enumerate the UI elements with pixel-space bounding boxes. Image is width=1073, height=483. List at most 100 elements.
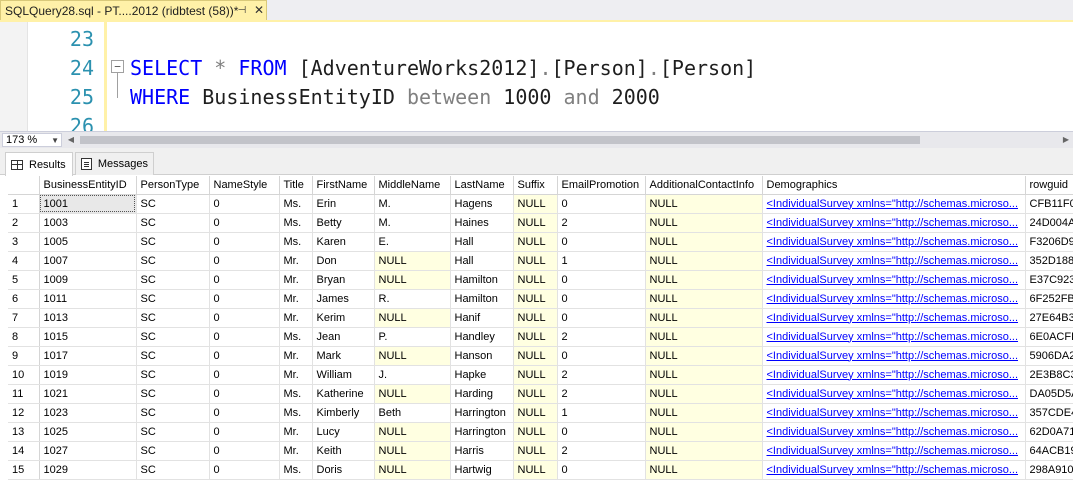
table-cell[interactable]: 1021 <box>39 384 137 404</box>
table-cell[interactable]: Ms. <box>279 213 313 233</box>
table-cell[interactable]: 1015 <box>39 327 137 347</box>
table-cell[interactable]: NULL <box>645 194 763 214</box>
table-cell[interactable]: NULL <box>513 251 558 271</box>
table-cell[interactable]: Ms. <box>279 460 313 480</box>
table-row[interactable]: 15 1029 SC 0 Ms. Doris NULL Hartwig NULL 0 NULL <In… <box>8 460 1073 480</box>
table-cell[interactable]: CFB11F0 <box>1025 194 1073 214</box>
table-cell[interactable]: 0 <box>209 460 280 480</box>
table-cell[interactable]: 5906DA2 <box>1025 346 1073 366</box>
table-cell[interactable]: 1007 <box>39 251 137 271</box>
table-cell[interactable]: SC <box>136 213 210 233</box>
table-cell[interactable]: Betty <box>312 213 375 233</box>
table-cell[interactable]: P. <box>374 327 451 347</box>
row-number[interactable]: 11 <box>8 384 40 404</box>
table-cell[interactable]: 357CDE4 <box>1025 403 1073 423</box>
table-cell[interactable]: Hamilton <box>450 270 514 290</box>
table-cell[interactable]: 2 <box>557 213 646 233</box>
table-cell[interactable]: 1019 <box>39 365 137 385</box>
column-header[interactable]: Suffix <box>513 176 558 195</box>
table-cell[interactable]: 1027 <box>39 441 137 461</box>
table-cell[interactable]: NULL <box>645 327 763 347</box>
table-cell[interactable]: 0 <box>209 384 280 404</box>
document-tab[interactable]: SQLQuery28.sql - PT....2012 (ridbtest (5… <box>0 0 267 20</box>
table-cell[interactable]: Mark <box>312 346 375 366</box>
table-cell[interactable]: 27E64B3 <box>1025 308 1073 328</box>
xml-link-cell[interactable]: <IndividualSurvey xmlns="http://schemas.… <box>762 289 1026 309</box>
table-cell[interactable]: 0 <box>209 441 280 461</box>
xml-link-cell[interactable]: <IndividualSurvey xmlns="http://schemas.… <box>762 384 1026 404</box>
table-cell[interactable]: NULL <box>513 194 558 214</box>
xml-link-cell[interactable]: <IndividualSurvey xmlns="http://schemas.… <box>762 308 1026 328</box>
table-cell[interactable]: 0 <box>209 270 280 290</box>
table-cell[interactable]: NULL <box>513 403 558 423</box>
table-cell[interactable]: Ms. <box>279 327 313 347</box>
scroll-right-icon[interactable]: ▶ <box>1060 134 1072 146</box>
table-cell[interactable]: Hall <box>450 232 514 252</box>
table-cell[interactable]: 0 <box>209 403 280 423</box>
pin-icon[interactable]: ⊣ <box>236 4 248 17</box>
column-header[interactable]: Title <box>279 176 313 195</box>
column-header[interactable]: BusinessEntityID <box>39 176 137 195</box>
table-cell[interactable]: Ms. <box>279 232 313 252</box>
table-cell[interactable]: NULL <box>645 251 763 271</box>
table-cell[interactable]: NULL <box>645 460 763 480</box>
column-header[interactable]: EmailPromotion <box>557 176 646 195</box>
horizontal-scrollbar-thumb[interactable] <box>80 136 920 144</box>
table-cell[interactable]: NULL <box>513 270 558 290</box>
table-cell[interactable]: J. <box>374 365 451 385</box>
table-row[interactable]: 5 1009 SC 0 Mr. Bryan NULL Hamilton NULL 0 NULL <In… <box>8 270 1073 290</box>
table-cell[interactable]: NULL <box>645 441 763 461</box>
table-cell[interactable]: NULL <box>374 251 451 271</box>
column-header[interactable]: AdditionalContactInfo <box>645 176 763 195</box>
xml-link-cell[interactable]: <IndividualSurvey xmlns="http://schemas.… <box>762 365 1026 385</box>
table-cell[interactable]: 0 <box>557 460 646 480</box>
table-cell[interactable]: 0 <box>209 251 280 271</box>
table-cell[interactable]: SC <box>136 441 210 461</box>
table-cell[interactable]: Mr. <box>279 441 313 461</box>
table-cell[interactable]: 1001 <box>39 194 137 214</box>
table-cell[interactable]: 2E3B8C3 <box>1025 365 1073 385</box>
xml-link-cell[interactable]: <IndividualSurvey xmlns="http://schemas.… <box>762 422 1026 442</box>
table-cell[interactable]: 1005 <box>39 232 137 252</box>
table-cell[interactable]: SC <box>136 289 210 309</box>
table-cell[interactable]: NULL <box>645 270 763 290</box>
table-cell[interactable]: Mr. <box>279 365 313 385</box>
table-cell[interactable]: NULL <box>645 365 763 385</box>
table-cell[interactable]: Hanif <box>450 308 514 328</box>
table-cell[interactable]: 2 <box>557 327 646 347</box>
table-cell[interactable]: Ms. <box>279 194 313 214</box>
table-cell[interactable]: DA05D5A <box>1025 384 1073 404</box>
collapse-icon[interactable]: − <box>111 60 124 73</box>
table-row[interactable]: 13 1025 SC 0 Mr. Lucy NULL Harrington NULL 0 NULL <… <box>8 422 1073 442</box>
table-cell[interactable]: Harrington <box>450 422 514 442</box>
table-cell[interactable]: 1 <box>557 403 646 423</box>
table-row[interactable]: 9 1017 SC 0 Mr. Mark NULL Hanson NULL 0 NULL <Indiv… <box>8 346 1073 366</box>
table-row[interactable]: 12 1023 SC 0 Ms. Kimberly Beth Harrington NULL 1 N… <box>8 403 1073 423</box>
results-grid[interactable]: BusinessEntityID PersonType NameStyle Title… <box>8 176 1073 483</box>
table-cell[interactable]: 1013 <box>39 308 137 328</box>
row-number[interactable]: 4 <box>8 251 40 271</box>
table-cell[interactable]: NULL <box>513 213 558 233</box>
table-cell[interactable]: E. <box>374 232 451 252</box>
table-cell[interactable]: Bryan <box>312 270 375 290</box>
table-cell[interactable]: 2 <box>557 365 646 385</box>
table-cell[interactable]: 0 <box>209 346 280 366</box>
table-cell[interactable]: 62D0A71 <box>1025 422 1073 442</box>
table-cell[interactable]: NULL <box>513 441 558 461</box>
table-row[interactable]: 3 1005 SC 0 Ms. Karen E. Hall NULL 0 NULL <Individu… <box>8 232 1073 252</box>
table-cell[interactable]: Hartwig <box>450 460 514 480</box>
table-cell[interactable]: 1023 <box>39 403 137 423</box>
table-cell[interactable]: 64ACB19 <box>1025 441 1073 461</box>
table-cell[interactable]: SC <box>136 308 210 328</box>
column-header[interactable]: rowguid <box>1025 176 1073 195</box>
table-cell[interactable]: SC <box>136 251 210 271</box>
table-cell[interactable]: James <box>312 289 375 309</box>
table-cell[interactable]: NULL <box>513 422 558 442</box>
table-cell[interactable]: 2 <box>557 384 646 404</box>
column-header[interactable]: FirstName <box>312 176 375 195</box>
table-cell[interactable]: NULL <box>645 308 763 328</box>
table-row[interactable]: 11 1021 SC 0 Ms. Katherine NULL Harding NULL 2 NUL… <box>8 384 1073 404</box>
table-row[interactable]: 14 1027 SC 0 Mr. Keith NULL Harris NULL 2 NULL <Ind… <box>8 441 1073 461</box>
close-icon[interactable]: ✕ <box>253 3 265 17</box>
table-cell[interactable]: NULL <box>645 289 763 309</box>
